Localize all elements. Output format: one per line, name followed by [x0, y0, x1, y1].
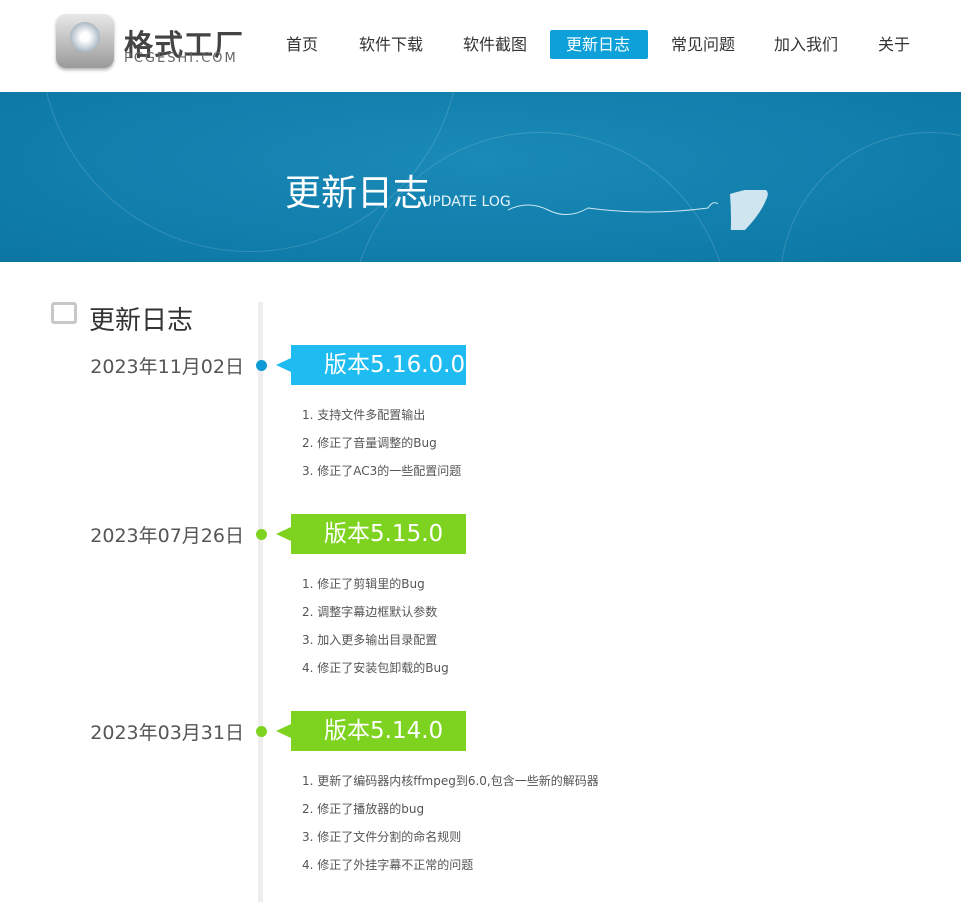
banner-title: 更新日志 [285, 173, 430, 214]
change-item: 2. 修正了播放器的bug [302, 802, 425, 816]
nav-screenshots[interactable]: 软件截图 [447, 30, 543, 59]
logo-icon[interactable] [56, 14, 114, 68]
nav-faq[interactable]: 常见问题 [655, 30, 751, 59]
change-item: 2. 修正了音量调整的Bug [302, 436, 437, 450]
version-badge: 版本5.16.0.0 [276, 345, 466, 385]
nav-about[interactable]: 关于 [862, 30, 926, 59]
change-item: 4. 修正了外挂字幕不正常的问题 [302, 858, 474, 872]
nav-home[interactable]: 首页 [270, 30, 334, 59]
banner-subtitle: UPDATE LOG [422, 194, 511, 210]
section-title: 更新日志 [89, 306, 194, 336]
timeline-dot [256, 360, 267, 371]
timeline-dot [256, 529, 267, 540]
feather-pen-icon [508, 190, 768, 230]
entry-date: 2023年11月02日 [90, 356, 244, 378]
change-list: 1. 修正了剪辑里的Bug 2. 调整字幕边框默认参数 3. 加入更多输出目录配… [302, 576, 449, 688]
change-list: 1. 更新了编码器内核ffmpeg到6.0,包含一些新的解码器 2. 修正了播放… [302, 773, 599, 885]
version-badge: 版本5.15.0 [276, 514, 466, 554]
edit-note-icon [51, 302, 77, 324]
page-banner: 更新日志 UPDATE LOG [0, 92, 961, 262]
change-item: 1. 更新了编码器内核ffmpeg到6.0,包含一些新的解码器 [302, 774, 599, 788]
change-item: 3. 加入更多输出目录配置 [302, 633, 438, 647]
nav-join-us[interactable]: 加入我们 [758, 30, 854, 59]
change-list: 1. 支持文件多配置输出 2. 修正了音量调整的Bug 3. 修正了AC3的一些… [302, 407, 461, 491]
change-item: 4. 修正了安装包卸载的Bug [302, 661, 449, 675]
timeline-dot [256, 726, 267, 737]
change-item: 1. 修正了剪辑里的Bug [302, 577, 425, 591]
nav-update-log[interactable]: 更新日志 [550, 30, 648, 59]
change-item: 2. 调整字幕边框默认参数 [302, 605, 438, 619]
version-badge: 版本5.14.0 [276, 711, 466, 751]
nav-download[interactable]: 软件下载 [343, 30, 439, 59]
logo-domain[interactable]: PCGESHI.COM [124, 51, 238, 66]
entry-date: 2023年07月26日 [90, 525, 244, 547]
change-item: 3. 修正了AC3的一些配置问题 [302, 464, 462, 478]
timeline-line [258, 302, 263, 902]
change-item: 3. 修正了文件分割的命名规则 [302, 830, 462, 844]
change-item: 1. 支持文件多配置输出 [302, 408, 426, 422]
site-header: 格式工厂 PCGESHI.COM 首页 软件下载 软件截图 更新日志 常见问题 … [0, 0, 961, 92]
entry-date: 2023年03月31日 [90, 722, 244, 744]
